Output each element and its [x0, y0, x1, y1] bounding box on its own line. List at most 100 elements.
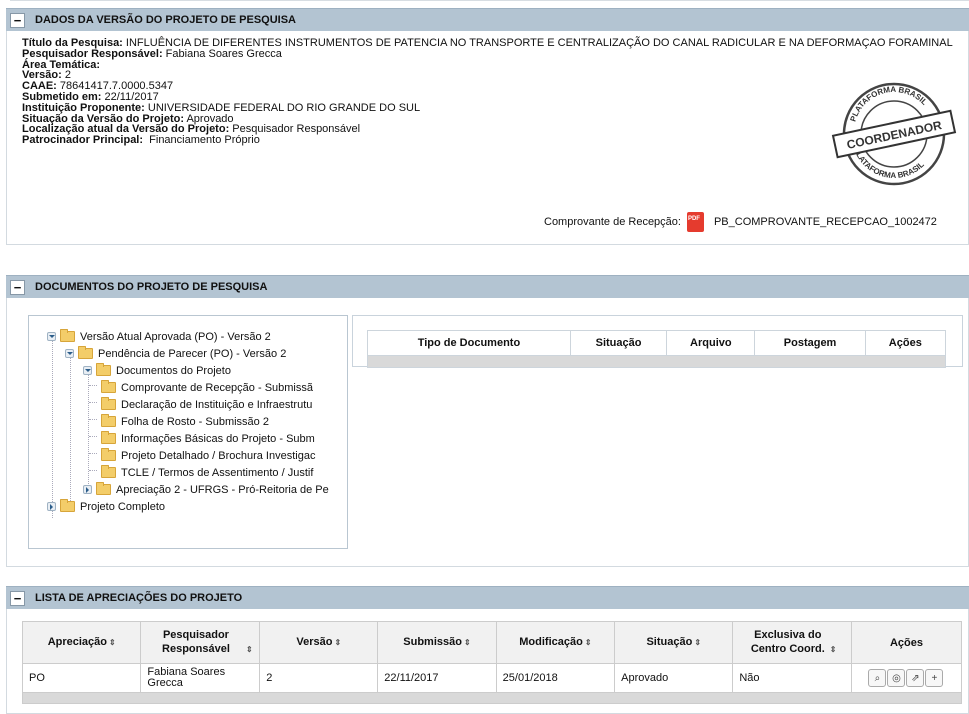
- tree-node-label: Comprovante de Recepção - Submissã: [121, 381, 313, 394]
- tree-node[interactable]: TCLE / Termos de Assentimento / Justif: [101, 464, 313, 481]
- appraisals-table: Apreciação ⇕ Pesquisador Responsável ⇕ Ver…: [21, 621, 963, 704]
- panel-title: DOCUMENTOS DO PROJETO DE PESQUISA: [35, 281, 268, 293]
- tree-node-label: TCLE / Termos de Assentimento / Justif: [121, 466, 314, 479]
- folder-icon: [101, 448, 116, 461]
- receipt-label: Comprovante de Recepção:: [544, 216, 681, 228]
- pesquisador-value: Fabiana Soares Grecca: [165, 47, 282, 60]
- tree-guide: [89, 385, 97, 386]
- sort-icon[interactable]: ⇕: [694, 638, 701, 647]
- project-version-panel: − DADOS DA VERSÃO DO PROJETO DE PESQUISA…: [6, 8, 969, 245]
- expand-toggle-icon[interactable]: [83, 485, 92, 494]
- col-situacao[interactable]: Situação ⇕: [614, 621, 734, 664]
- pesquisador-line: Pesquisador Responsável: Fabiana Soares …: [22, 47, 962, 60]
- tree-node-label: Declaração de Instituição e Infraestrutu: [121, 398, 313, 411]
- add-icon[interactable]: +: [925, 669, 944, 687]
- view-icon[interactable]: ⌕: [868, 669, 887, 687]
- collapse-button[interactable]: −: [10, 279, 25, 295]
- folder-icon: [101, 465, 116, 478]
- cell-exclusiva: Não: [732, 663, 852, 693]
- col-acoes[interactable]: Ações: [864, 330, 947, 356]
- cell-pesquisador: Fabiana Soares Grecca: [140, 663, 261, 693]
- tree-guide: [89, 436, 97, 437]
- col-acoes: Ações: [850, 621, 963, 664]
- col-apreciacao[interactable]: Apreciação ⇕: [21, 621, 142, 664]
- folder-icon: [60, 329, 75, 342]
- panel-title: DADOS DA VERSÃO DO PROJETO DE PESQUISA: [35, 14, 296, 26]
- patrocinador-line: Patrocinador Principal: Financiamento Pr…: [22, 135, 962, 146]
- tree-node[interactable]: Projeto Detalhado / Brochura Investigac: [101, 447, 315, 464]
- col-pesquisador[interactable]: Pesquisador Responsável ⇕: [140, 621, 261, 664]
- tree-guide: [89, 453, 97, 454]
- sort-icon[interactable]: ⇕: [830, 645, 837, 654]
- col-submissao[interactable]: Submissão ⇕: [377, 621, 497, 664]
- col-modificacao[interactable]: Modificação ⇕: [495, 621, 616, 664]
- folder-icon: [101, 380, 116, 393]
- cell-versao: 2: [259, 663, 379, 693]
- col-versao[interactable]: Versão ⇕: [259, 621, 379, 664]
- patrocinador-label: Patrocinador Principal:: [22, 134, 144, 147]
- table-footer-row: [22, 692, 962, 704]
- col-tipo-documento[interactable]: Tipo de Documento: [367, 330, 571, 356]
- tree-node-label: Documentos do Projeto: [116, 364, 231, 377]
- tree-guide: [70, 350, 71, 501]
- table-header-row: Apreciação ⇕ Pesquisador Responsável ⇕ Ver…: [21, 621, 963, 664]
- expand-toggle-icon[interactable]: [65, 349, 74, 358]
- tree-node[interactable]: Declaração de Instituição e Infraestrutu: [101, 396, 312, 413]
- tree-guide: [89, 402, 97, 403]
- receipt-row: Comprovante de Recepção: PDF PB_COMPROVA…: [544, 212, 937, 232]
- tree-node[interactable]: Documentos do Projeto: [83, 362, 231, 379]
- documents-table: Tipo de Documento Situação Arquivo Posta…: [367, 330, 947, 368]
- tree-node-label: Versão Atual Aprovada (PO) - Versão 2: [80, 330, 271, 343]
- patrocinador-value: Financiamento Próprio: [149, 134, 260, 147]
- sort-icon[interactable]: ⇕: [585, 638, 592, 647]
- tree-node[interactable]: Apreciação 2 - UFRGS - Pró-Reitoria de P…: [83, 481, 329, 498]
- collapse-button[interactable]: −: [10, 12, 25, 28]
- col-arquivo[interactable]: Arquivo: [666, 330, 756, 356]
- pdf-icon[interactable]: PDF: [686, 212, 704, 232]
- project-info: Título da Pesquisa: INFLUÊNCIA DE DIFERE…: [22, 38, 962, 146]
- tree-guide: [52, 333, 53, 518]
- expand-toggle-icon[interactable]: [47, 332, 56, 341]
- tree-node-label: Apreciação 2 - UFRGS - Pró-Reitoria de P…: [116, 483, 329, 496]
- tree-node[interactable]: Projeto Completo: [47, 498, 165, 515]
- col-exclusiva[interactable]: Exclusiva do Centro Coord. ⇕: [732, 621, 852, 664]
- receipt-file-link[interactable]: PB_COMPROVANTE_RECEPCAO_1002472: [714, 216, 937, 228]
- tree-node-label: Projeto Detalhado / Brochura Investigac: [121, 449, 316, 462]
- tree-guide: [89, 419, 97, 420]
- history-icon[interactable]: ◎: [887, 669, 906, 687]
- folder-icon: [78, 346, 93, 359]
- area-line: Área Temática:: [22, 59, 962, 71]
- sort-icon[interactable]: ⇕: [109, 638, 116, 647]
- col-postagem[interactable]: Postagem: [754, 330, 866, 356]
- tree-node[interactable]: Pendência de Parecer (PO) - Versão 2: [65, 345, 286, 362]
- cell-situacao: Aprovado: [614, 663, 734, 693]
- tree-node[interactable]: Versão Atual Aprovada (PO) - Versão 2: [47, 328, 271, 345]
- col-situacao[interactable]: Situação: [569, 330, 668, 356]
- sort-icon[interactable]: ⇕: [464, 638, 471, 647]
- open-external-icon[interactable]: ⇗: [906, 669, 925, 687]
- panel-header: − DADOS DA VERSÃO DO PROJETO DE PESQUISA: [6, 8, 969, 31]
- sort-icon[interactable]: ⇕: [334, 638, 341, 647]
- collapse-button[interactable]: −: [10, 590, 25, 606]
- table-row[interactable]: PO Fabiana Soares Grecca 2 22/11/2017 25…: [21, 663, 963, 693]
- documents-table-box: Tipo de Documento Situação Arquivo Posta…: [352, 315, 963, 368]
- tree-node[interactable]: Folha de Rosto - Submissão 2: [101, 413, 269, 430]
- tree-node-label: Folha de Rosto - Submissão 2: [121, 415, 269, 428]
- tree-guide: [89, 470, 97, 471]
- folder-icon: [96, 363, 111, 376]
- coordenador-stamp-icon: PLATAFORMA BRASIL PLATAFORMA BRASIL COOR…: [831, 82, 957, 186]
- folder-icon: [101, 397, 116, 410]
- top-divider: [10, 0, 969, 1]
- expand-toggle-icon[interactable]: [83, 366, 92, 375]
- sort-icon[interactable]: ⇕: [246, 645, 253, 654]
- folder-icon: [101, 414, 116, 427]
- empty-row: [367, 355, 946, 368]
- tree-node[interactable]: Informações Básicas do Projeto - Subm: [101, 430, 315, 447]
- tree-node-label: Informações Básicas do Projeto - Subm: [121, 432, 315, 445]
- panel-title: LISTA DE APRECIAÇÕES DO PROJETO: [35, 592, 243, 604]
- expand-toggle-icon[interactable]: [47, 502, 56, 511]
- panel-header: − DOCUMENTOS DO PROJETO DE PESQUISA: [6, 275, 969, 298]
- tree-node[interactable]: Comprovante de Recepção - Submissã: [101, 379, 313, 396]
- cell-acoes: ⌕ ◎ ⇗ +: [850, 663, 963, 693]
- document-tree: Versão Atual Aprovada (PO) - Versão 2 Pe…: [28, 315, 348, 549]
